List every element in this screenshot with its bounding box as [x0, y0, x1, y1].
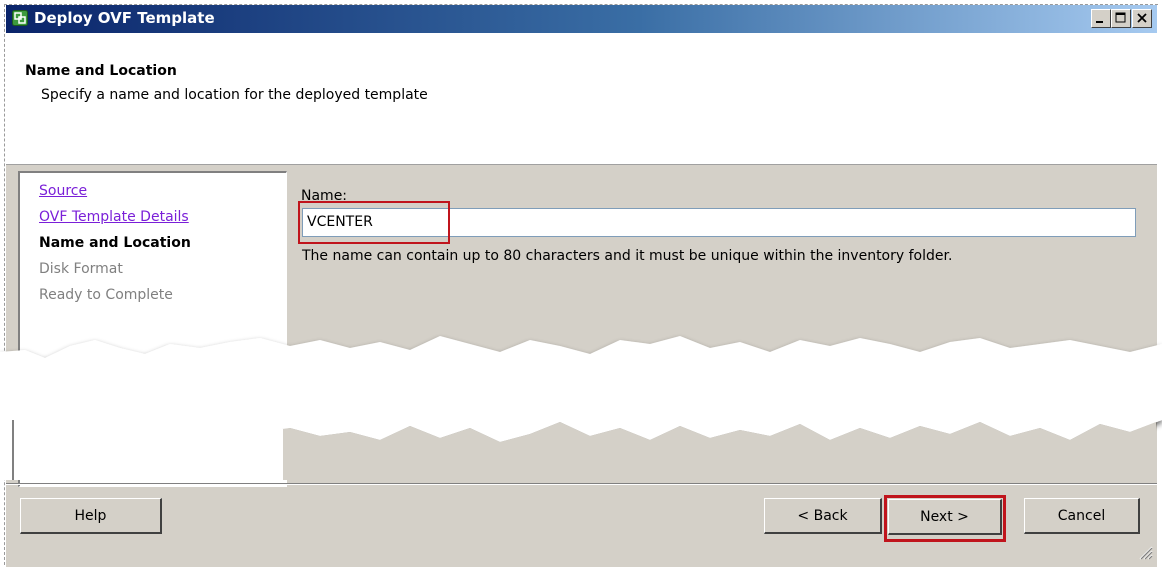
maximize-button[interactable] — [1111, 9, 1131, 28]
vsphere-app-icon — [12, 10, 28, 26]
title-bar[interactable]: Deploy OVF Template — [6, 5, 1157, 33]
torn-edge-break — [0, 336, 1162, 480]
next-button[interactable]: Next > — [888, 499, 1002, 535]
name-hint-text: The name can contain up to 80 characters… — [302, 248, 953, 264]
wizard-header: Name and Location Specify a name and loc… — [6, 33, 1157, 165]
name-field-highlight — [298, 201, 450, 244]
step-name-and-location: Name and Location — [39, 235, 191, 251]
page-title: Name and Location — [25, 63, 177, 79]
maximize-icon — [1115, 12, 1126, 23]
step-source-link[interactable]: Source — [39, 183, 87, 199]
deploy-ovf-window: Deploy OVF Template Name and Location Sp… — [6, 5, 1157, 567]
back-button[interactable]: < Back — [764, 498, 882, 534]
resize-grip-icon[interactable] — [1135, 542, 1153, 560]
close-button[interactable] — [1132, 9, 1152, 28]
page-subtitle: Specify a name and location for the depl… — [41, 87, 428, 103]
close-icon — [1137, 13, 1147, 23]
step-disk-format: Disk Format — [39, 261, 123, 277]
minimize-button[interactable] — [1091, 9, 1111, 28]
footer-divider-highlight — [6, 484, 1157, 485]
cancel-button[interactable]: Cancel — [1024, 498, 1140, 534]
minimize-icon — [1096, 21, 1103, 23]
window-title: Deploy OVF Template — [34, 9, 215, 27]
help-button[interactable]: Help — [20, 498, 162, 534]
step-ovf-template-details-link[interactable]: OVF Template Details — [39, 209, 189, 225]
